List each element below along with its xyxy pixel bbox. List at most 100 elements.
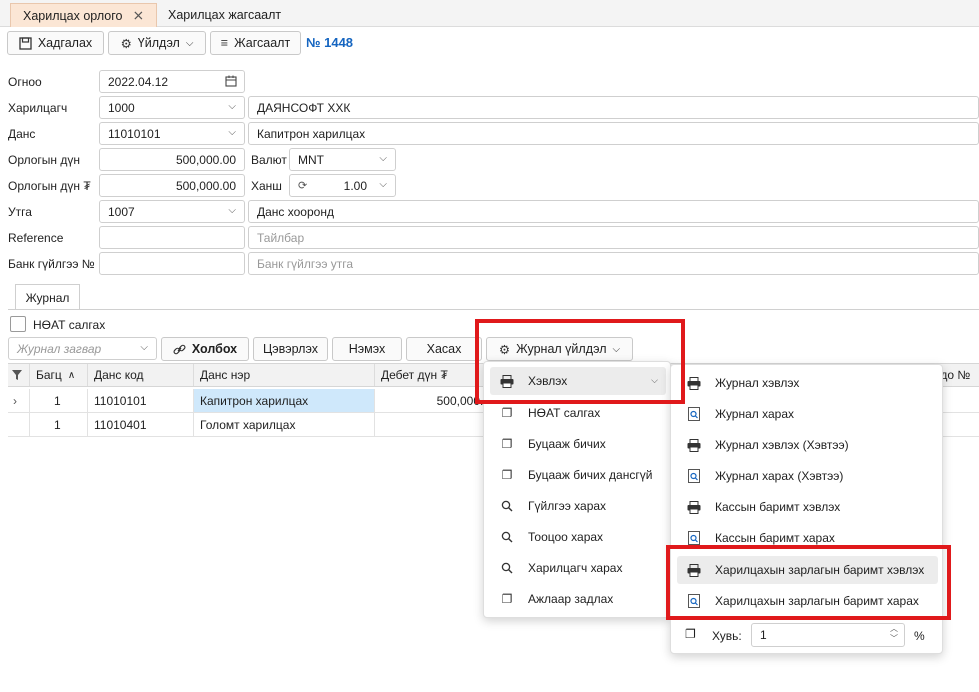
purpose-code-value: 1007 bbox=[108, 204, 135, 219]
journal-template-placeholder: Журнал загвар bbox=[17, 341, 102, 356]
menu-item-cash-receipt-print[interactable]: Кассын баримт хэвлэх bbox=[677, 493, 938, 521]
cell-account-code[interactable]: 11010401 bbox=[88, 413, 194, 436]
link-button[interactable]: Холбох bbox=[161, 337, 249, 361]
action-label: Үйлдэл bbox=[137, 36, 180, 50]
vat-split-checkbox[interactable] bbox=[10, 316, 26, 332]
partner-code-select[interactable]: 1000 ⌵ bbox=[99, 96, 245, 119]
menu-item-label: Ажлаар задлах bbox=[528, 592, 614, 606]
menu-item-view-settlement[interactable]: Тооцоо харах bbox=[490, 523, 666, 551]
tab-partner-list[interactable]: Харилцах жагсаалт bbox=[156, 3, 293, 27]
column-batch[interactable]: Багц ∧ bbox=[30, 364, 88, 386]
filter-icon[interactable] bbox=[8, 364, 30, 386]
search-icon bbox=[498, 500, 516, 512]
account-name-field[interactable]: Капитрон харилцах bbox=[248, 122, 979, 145]
action-dropdown-button[interactable]: ⚙ Үйлдэл ⌵ bbox=[108, 31, 206, 55]
menu-item-label: НӨАТ салгах bbox=[528, 406, 601, 420]
menu-item-view-partner[interactable]: Харилцагч харах bbox=[490, 554, 666, 582]
date-input[interactable]: 2022.04.12 bbox=[99, 70, 245, 93]
cell-account-name[interactable]: Капитрон харилцах bbox=[194, 389, 375, 412]
amount-mnt-label: Орлогын дүн ₮ bbox=[8, 179, 91, 193]
save-icon bbox=[19, 36, 32, 50]
list-button[interactable]: ≡ Жагсаалт bbox=[210, 31, 301, 55]
column-account-code-label: Данс код bbox=[94, 368, 144, 382]
cell-account-code[interactable]: 11010101 bbox=[88, 389, 194, 412]
menu-item-journal-print-landscape[interactable]: Журнал хэвлэх (Хэвтээ) bbox=[677, 431, 938, 459]
refresh-icon[interactable]: ⟳ bbox=[298, 179, 307, 192]
printer-icon bbox=[685, 376, 703, 390]
menu-item-label: Буцааж бичих дансгүй bbox=[528, 468, 653, 482]
note-input[interactable]: Тайлбар bbox=[248, 226, 979, 249]
amount-value: 500,000.00 bbox=[175, 152, 236, 167]
copies-stepper[interactable]: 1 ︿ ﹀ bbox=[751, 623, 905, 647]
add-label: Нэмэх bbox=[348, 342, 386, 356]
highlight-box-receipt bbox=[666, 545, 951, 620]
copies-value: 1 bbox=[760, 628, 767, 642]
copy-icon: ❐ bbox=[501, 437, 513, 451]
journal-template-select[interactable]: Журнал загвар ⌵ bbox=[8, 337, 157, 360]
menu-item-reverse[interactable]: ❐ Буцааж бичих bbox=[490, 430, 666, 458]
purpose-name-field[interactable]: Данс хооронд bbox=[248, 200, 979, 223]
column-debit-label: Дебет дүн ₮ bbox=[381, 368, 448, 382]
amount-mnt-input[interactable]: 500,000.00 bbox=[99, 174, 245, 197]
menu-item-journal-view[interactable]: Журнал харах bbox=[677, 400, 938, 428]
copy-icon: ❐ bbox=[685, 627, 696, 641]
chevron-down-icon: ⌵ bbox=[185, 37, 194, 49]
tab-journal[interactable]: Журнал bbox=[15, 284, 80, 310]
partner-name-field[interactable]: ДАЯНСОФТ ХХК bbox=[248, 96, 979, 119]
rate-label: Ханш bbox=[251, 179, 282, 193]
close-icon[interactable]: ⨯ bbox=[132, 7, 144, 24]
cell-debit[interactable] bbox=[375, 413, 495, 436]
account-name-value: Капитрон харилцах bbox=[257, 126, 366, 141]
chevron-down-icon: ⌵ bbox=[228, 205, 236, 216]
cell-batch[interactable]: 1 bbox=[30, 413, 88, 436]
add-button[interactable]: Нэмэх bbox=[332, 337, 402, 361]
chevron-down-icon: ⌵ bbox=[228, 127, 236, 138]
save-button[interactable]: Хадгалах bbox=[7, 31, 104, 55]
reference-input[interactable] bbox=[99, 226, 245, 249]
currency-label: Валют bbox=[251, 153, 287, 167]
preview-icon bbox=[685, 469, 703, 483]
cell-batch[interactable]: 1 bbox=[30, 389, 88, 412]
calendar-icon[interactable] bbox=[225, 75, 237, 90]
rate-value: 1.00 bbox=[343, 178, 367, 193]
menu-item-label: Кассын баримт харах bbox=[715, 531, 835, 545]
stepper-arrows-icon[interactable]: ︿ ﹀ bbox=[890, 624, 898, 644]
menu-item-reverse-no-account[interactable]: ❐ Буцааж бичих дансгүй bbox=[490, 461, 666, 489]
menu-item-split-by-job[interactable]: ❐ Ажлаар задлах bbox=[490, 585, 666, 613]
menu-item-view-transaction[interactable]: Гүйлгээ харах bbox=[490, 492, 666, 520]
document-number: № 1448 bbox=[306, 35, 354, 50]
account-code-select[interactable]: 11010101 ⌵ bbox=[99, 122, 245, 145]
account-label: Данс bbox=[8, 127, 36, 141]
menu-item-journal-print[interactable]: Журнал хэвлэх bbox=[677, 369, 938, 397]
amount-input[interactable]: 500,000.00 bbox=[99, 148, 245, 171]
column-account-name[interactable]: Данс нэр bbox=[194, 364, 375, 386]
clear-label: Цэвэрлэх bbox=[263, 342, 318, 356]
clear-button[interactable]: Цэвэрлэх bbox=[253, 337, 328, 361]
preview-icon bbox=[685, 531, 703, 545]
list-label: Жагсаалт bbox=[234, 36, 291, 50]
currency-value: MNT bbox=[298, 152, 324, 167]
rate-input[interactable]: ⟳ 1.00 ⌵ bbox=[289, 174, 396, 197]
purpose-code-select[interactable]: 1007 ⌵ bbox=[99, 200, 245, 223]
search-icon bbox=[498, 531, 516, 543]
column-account-code[interactable]: Данс код bbox=[88, 364, 194, 386]
cell-account-name[interactable]: Голомт харилцах bbox=[194, 413, 375, 436]
bank-purpose-input[interactable]: Банк гүйлгээ утга bbox=[248, 252, 979, 275]
row-indicator bbox=[8, 413, 30, 436]
tab-label: Харилцах орлого bbox=[23, 8, 123, 23]
printer-icon bbox=[685, 500, 703, 514]
menu-item-journal-view-landscape[interactable]: Журнал харах (Хэвтээ) bbox=[677, 462, 938, 490]
save-label: Хадгалах bbox=[37, 36, 93, 50]
currency-select[interactable]: MNT ⌵ bbox=[289, 148, 396, 171]
menu-item-label: Гүйлгээ харах bbox=[528, 499, 607, 513]
tab-partner-income[interactable]: Харилцах орлого ⨯ bbox=[10, 3, 158, 27]
menu-item-label: Харилцагч харах bbox=[528, 561, 623, 575]
column-batch-label: Багц bbox=[36, 368, 62, 382]
delete-button[interactable]: Хасах bbox=[406, 337, 482, 361]
purpose-name-value: Данс хооронд bbox=[257, 204, 334, 219]
bank-txn-input[interactable] bbox=[99, 252, 245, 275]
menu-item-label: Журнал харах (Хэвтээ) bbox=[715, 469, 844, 483]
menu-item-label: Буцааж бичих bbox=[528, 437, 606, 451]
highlight-box-print bbox=[475, 319, 685, 404]
sort-up-icon: ∧ bbox=[67, 369, 76, 381]
